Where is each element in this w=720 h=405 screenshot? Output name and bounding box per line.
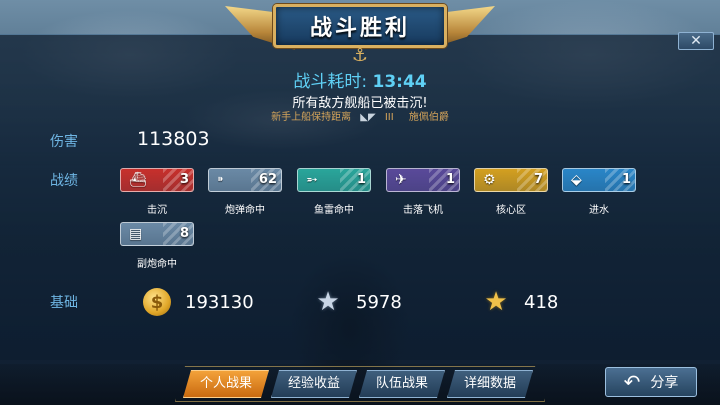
captain-exp-value: 418 [524, 291, 559, 313]
medal-count: 1 [356, 172, 366, 187]
share-label: 分享 [650, 375, 679, 391]
medal-secondary-gun: ▤ 8 副炮命中 [120, 222, 194, 270]
tab-detailed-data[interactable]: 详细数据 [447, 370, 533, 398]
tab-experience-gains[interactable]: 经验收益 [271, 370, 357, 398]
torpedo-icon: ➵ [306, 172, 318, 188]
medal-citadel: ⚙ 7 核心区 [474, 168, 548, 216]
ship-name: 施佩伯爵 [408, 112, 449, 123]
coin-icon: $ [143, 288, 171, 316]
battle-time-label: 战斗耗时: [293, 72, 373, 92]
medal-caption: 炮弹命中 [225, 205, 265, 216]
medal-box: ➵ 1 [297, 168, 371, 192]
medal-caption: 鱼雷命中 [314, 205, 354, 216]
medal-caption: 击落飞机 [403, 205, 443, 216]
medal-count: 7 [533, 172, 543, 187]
medal-box: ⚙ 7 [474, 168, 548, 192]
medal-torpedo: ➵ 1 鱼雷命中 [297, 168, 371, 216]
victory-badge: 战斗胜利 ⚓ [225, 0, 495, 66]
medal-ship: ⛴ 3 击沉 [120, 168, 194, 216]
tab-team-results[interactable]: 队伍战果 [359, 370, 445, 398]
close-icon: ✕ [690, 33, 702, 49]
tab-personal-results[interactable]: 个人战果 [183, 370, 269, 398]
medal-plane: ✈ 1 击落飞机 [386, 168, 460, 216]
medal-box: ✈ 1 [386, 168, 460, 192]
base-label: 基础 [50, 295, 78, 311]
battle-sub-info: 新手上船保持距离 ◣◤ III 施佩伯爵 [0, 108, 720, 123]
medal-flooding: ⬙ 1 进水 [562, 168, 636, 216]
experience-value: 5978 [356, 291, 402, 313]
medal-count: 3 [179, 172, 189, 187]
share-button[interactable]: ↶ 分享 [605, 367, 697, 397]
battle-time: 战斗耗时: 13:44 [0, 67, 720, 92]
silver-star-icon: ★ [316, 287, 340, 317]
medal-count: 62 [258, 172, 277, 187]
citadel-icon: ⚙ [483, 172, 496, 188]
anchor-icon: ⚓ [351, 45, 369, 66]
credits-value: 193130 [185, 291, 254, 313]
base-experience: ★ 5978 [314, 287, 402, 317]
damage-label: 伤害 [50, 134, 78, 150]
medal-box: ⬙ 1 [562, 168, 636, 192]
medal-count: 8 [179, 226, 189, 241]
ship-icon: ⛴ [129, 172, 147, 188]
player-name: 新手上船保持距离 [271, 112, 352, 123]
medal-count: 1 [445, 172, 455, 187]
divider-icon: ◣◤ [360, 112, 376, 123]
battle-time-value: 13:44 [372, 72, 427, 92]
medal-caption: 副炮命中 [137, 259, 177, 270]
medal-caption: 核心区 [496, 205, 526, 216]
damage-value: 113803 [137, 128, 210, 150]
base-captain-exp: ★ 418 [482, 287, 559, 317]
base-credits: $ 193130 [143, 288, 254, 316]
gold-star-icon: ★ [484, 287, 508, 317]
medal-box: ⁍ 62 [208, 168, 282, 192]
achievements-label: 战绩 [50, 173, 78, 189]
ship-tier: III [384, 112, 394, 123]
share-arrow-icon: ↶ [623, 370, 641, 394]
page-title: 战斗胜利 [309, 16, 410, 41]
medal-box: ⛴ 3 [120, 168, 194, 192]
medal-count: 1 [621, 172, 631, 187]
medal-box: ▤ 8 [120, 222, 194, 246]
secondary-gun-icon: ▤ [129, 226, 143, 242]
shell-icon: ⁍ [217, 172, 224, 188]
victory-title-plate: 战斗胜利 [273, 4, 447, 48]
medal-caption: 进水 [589, 205, 609, 216]
medal-caption: 击沉 [147, 205, 167, 216]
medal-shell: ⁍ 62 炮弹命中 [208, 168, 282, 216]
flooding-icon: ⬙ [571, 172, 582, 188]
plane-icon: ✈ [395, 172, 407, 188]
close-button[interactable]: ✕ [678, 32, 714, 50]
